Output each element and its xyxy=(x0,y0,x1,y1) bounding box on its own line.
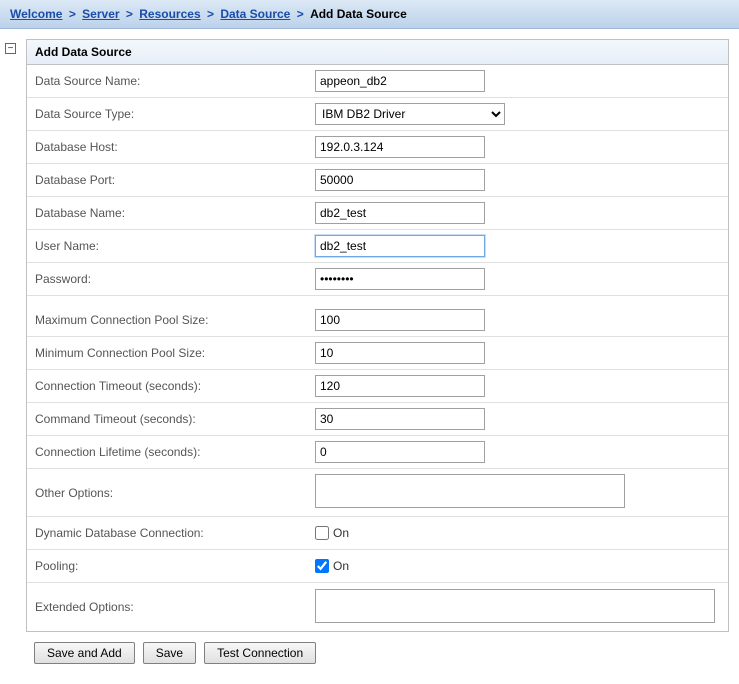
conn-timeout-label: Connection Timeout (seconds): xyxy=(35,379,315,393)
dynamic-db-label: Dynamic Database Connection: xyxy=(35,526,315,540)
conn-lifetime-input[interactable] xyxy=(315,441,485,463)
min-pool-label: Minimum Connection Pool Size: xyxy=(35,346,315,360)
database-host-input[interactable] xyxy=(315,136,485,158)
min-pool-input[interactable] xyxy=(315,342,485,364)
save-and-add-button[interactable]: Save and Add xyxy=(34,642,135,664)
conn-lifetime-label: Connection Lifetime (seconds): xyxy=(35,445,315,459)
data-source-type-label: Data Source Type: xyxy=(35,107,315,121)
breadcrumb-data-source[interactable]: Data Source xyxy=(220,7,290,21)
data-source-name-label: Data Source Name: xyxy=(35,74,315,88)
button-row: Save and Add Save Test Connection xyxy=(26,632,729,674)
collapse-toggle-icon[interactable]: − xyxy=(5,43,16,54)
breadcrumb-server[interactable]: Server xyxy=(82,7,119,21)
database-port-input[interactable] xyxy=(315,169,485,191)
breadcrumb-sep: > xyxy=(126,7,133,21)
breadcrumb-welcome[interactable]: Welcome xyxy=(10,7,62,21)
max-pool-label: Maximum Connection Pool Size: xyxy=(35,313,315,327)
breadcrumb-sep: > xyxy=(207,7,214,21)
database-name-input[interactable] xyxy=(315,202,485,224)
other-options-textarea[interactable] xyxy=(315,474,625,508)
breadcrumb-sep: > xyxy=(297,7,304,21)
database-port-label: Database Port: xyxy=(35,173,315,187)
breadcrumb-resources[interactable]: Resources xyxy=(139,7,200,21)
dynamic-db-checkbox-label: On xyxy=(333,526,349,540)
breadcrumb-sep: > xyxy=(69,7,76,21)
other-options-label: Other Options: xyxy=(35,486,315,500)
conn-timeout-input[interactable] xyxy=(315,375,485,397)
breadcrumb: Welcome > Server > Resources > Data Sour… xyxy=(0,0,739,29)
pooling-label: Pooling: xyxy=(35,559,315,573)
user-name-input[interactable] xyxy=(315,235,485,257)
data-source-type-select[interactable]: IBM DB2 Driver xyxy=(315,103,505,125)
data-source-name-input[interactable] xyxy=(315,70,485,92)
user-name-label: User Name: xyxy=(35,239,315,253)
cmd-timeout-input[interactable] xyxy=(315,408,485,430)
breadcrumb-current: Add Data Source xyxy=(310,7,407,21)
form-panel: Add Data Source Data Source Name: Data S… xyxy=(26,39,729,632)
cmd-timeout-label: Command Timeout (seconds): xyxy=(35,412,315,426)
pooling-checkbox[interactable] xyxy=(315,559,329,573)
extended-options-textarea[interactable] xyxy=(315,589,715,623)
database-name-label: Database Name: xyxy=(35,206,315,220)
password-input[interactable] xyxy=(315,268,485,290)
pooling-checkbox-label: On xyxy=(333,559,349,573)
max-pool-input[interactable] xyxy=(315,309,485,331)
panel-title: Add Data Source xyxy=(27,40,728,65)
database-host-label: Database Host: xyxy=(35,140,315,154)
dynamic-db-checkbox[interactable] xyxy=(315,526,329,540)
password-label: Password: xyxy=(35,272,315,286)
save-button[interactable]: Save xyxy=(143,642,196,664)
test-connection-button[interactable]: Test Connection xyxy=(204,642,316,664)
extended-options-label: Extended Options: xyxy=(35,600,315,614)
